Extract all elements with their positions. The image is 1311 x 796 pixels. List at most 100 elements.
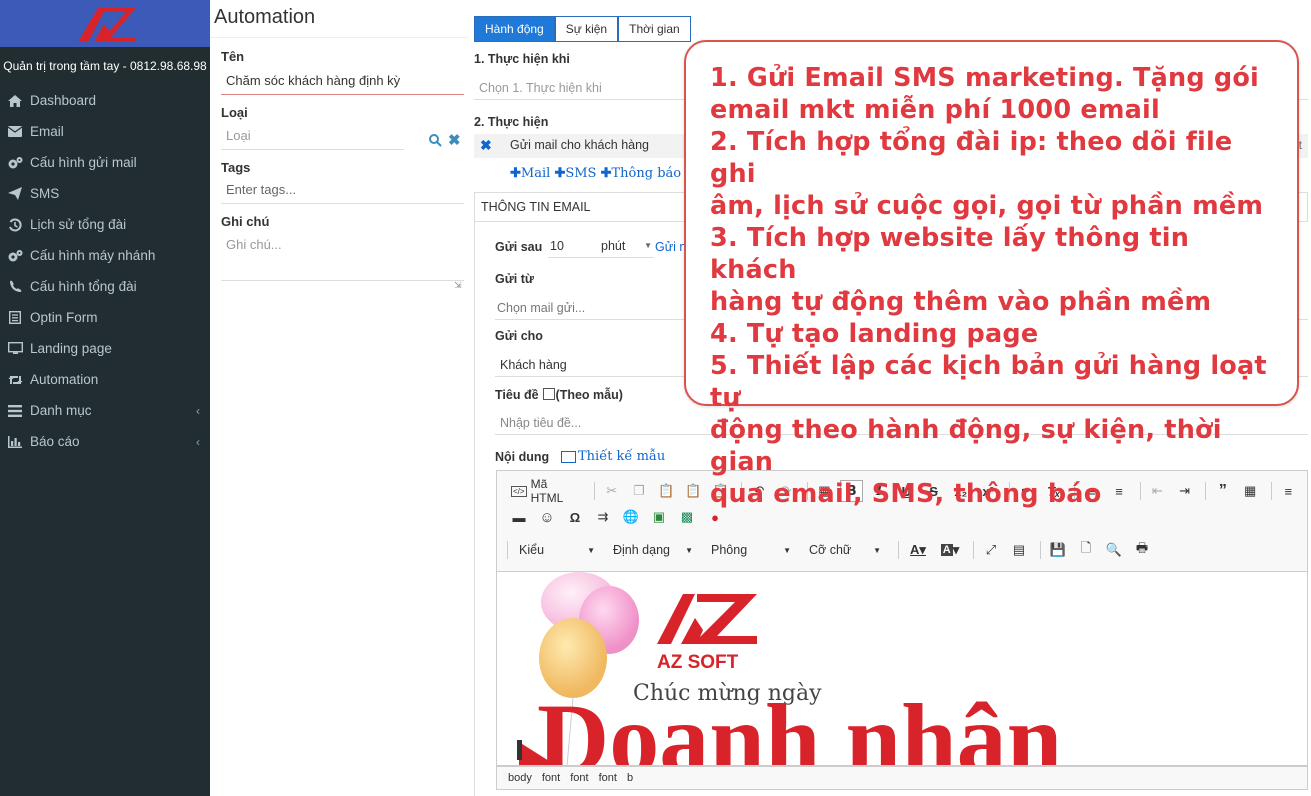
type-input[interactable]: Loại [221,124,404,150]
type-label: Loại [221,105,248,120]
paste-text-icon[interactable]: 📋 [682,480,705,502]
iframe-globe-icon[interactable]: 🌐 [619,506,643,528]
callout-line: 2. Tích hợp tổng đài ip: theo dõi file g… [710,127,1233,189]
tab-time[interactable]: Thời gian [618,16,691,42]
add-mail-link[interactable]: ✚Mail [510,166,550,181]
paste-icon[interactable]: 📋 [655,480,678,502]
page-break-icon[interactable]: ⇉ [591,506,615,528]
align-center-icon[interactable]: ≡ [1304,480,1311,502]
text-color-icon[interactable]: A▾ [904,539,932,561]
nav-dashboard[interactable]: Dashboard [0,85,210,116]
nav-sms[interactable]: SMS [0,178,210,209]
path-item[interactable]: b [627,772,633,784]
banner-headline: Doanh nhân [537,683,1062,766]
nav-pbx-config[interactable]: Cấu hình tổng đài [0,271,210,302]
chevron-left-icon: ‹ [196,404,200,418]
style-combo[interactable]: Kiểu ▼ [513,539,601,561]
format-combo[interactable]: Định dạng ▼ [607,539,699,561]
remove-icon[interactable]: ✖ [480,137,492,154]
action-item-label: Gửi mail cho khách hàng [510,138,649,152]
new-page-icon[interactable]: 🗋 [1074,539,1098,561]
tab-event[interactable]: Sự kiện [554,16,619,42]
cut-icon[interactable]: ✂ [600,480,623,502]
clear-icon[interactable]: ✖ [448,131,461,149]
paper-plane-icon [7,187,23,201]
hotline-text: Quản trị trong tầm tay - 0812.98.68.98 [3,59,207,73]
path-item[interactable]: body [508,772,532,784]
nav-reports[interactable]: Báo cáo ‹ [0,426,210,457]
nav-call-history[interactable]: Lịch sử tổng đài [0,209,210,240]
caret-down-icon: ▼ [685,545,693,555]
from-label: Gửi từ [495,272,534,286]
cogs-icon [7,249,23,263]
horizontal-line-icon[interactable]: ▬ [507,506,531,528]
add-sms-link[interactable]: ✚SMS [554,166,596,181]
callout-line: email mkt miễn phí 1000 email [710,95,1160,125]
add-notify-link[interactable]: ✚Thông báo [601,166,682,181]
nav-label: Lịch sử tổng đài [30,217,127,232]
font-combo[interactable]: Phông ▼ [705,539,797,561]
size-combo[interactable]: Cỡ chữ ▼ [803,539,887,561]
separator [1040,541,1041,559]
brand-logo[interactable] [0,0,210,47]
tags-input[interactable]: Enter tags... [221,178,464,204]
nav-categories[interactable]: Danh mục ‹ [0,395,210,426]
preview-icon[interactable]: 🔍 [1102,539,1126,561]
save-icon[interactable]: 💾 [1046,539,1070,561]
element-path-bar: body font font font b [496,766,1308,790]
search-icon[interactable] [429,134,442,150]
design-template-link[interactable]: Thiết kế mẫu [561,449,665,464]
caret-down-icon: ▼ [644,241,652,250]
image-manager-icon[interactable]: ▣ [647,506,671,528]
nav-extension-config[interactable]: Cấu hình máy nhánh [0,240,210,271]
smiley-icon[interactable]: ☺ [535,506,559,528]
subject-label: Tiêu đề [495,388,539,402]
path-item[interactable]: font [570,772,588,784]
copy-icon[interactable]: ❐ [627,480,650,502]
bg-color-icon[interactable]: A ▾ [936,539,964,561]
nav-optin-form[interactable]: Optin Form [0,302,210,333]
name-input[interactable]: Chăm sóc khách hàng định kỳ [221,69,464,95]
resize-handle-icon[interactable]: ⇲ [454,280,462,291]
banner-logo-text: AZ SOFT [657,652,739,673]
align-left-icon[interactable]: ≡ [1277,480,1300,502]
file-manager-icon[interactable]: ▩ [675,506,699,528]
image-icon [561,450,576,463]
special-char-icon[interactable]: Ω [563,506,587,528]
separator [898,541,899,559]
nav-label: Báo cáo [30,434,80,449]
sidebar: Quản trị trong tầm tay - 0812.98.68.98 D… [0,0,210,796]
nav-label: Email [30,124,64,139]
send-now-link[interactable]: Gửi n [655,240,686,254]
send-after-label: Gửi sau [495,240,543,254]
path-item[interactable]: font [542,772,560,784]
nav-automation[interactable]: Automation [0,364,210,395]
cogs-icon [7,156,23,170]
note-label: Ghi chú [221,214,270,229]
feature-callout: 1. Gửi Email SMS marketing. Tặng gói ema… [684,40,1299,509]
path-item[interactable]: font [599,772,617,784]
add-actions: ✚Mail ✚SMS ✚Thông báo [510,166,681,181]
automation-form: Automation Tên Chăm sóc khách hàng định … [210,0,468,290]
callout-line: 5. Thiết lập các kịch bản gửi hàng loạt … [710,351,1267,413]
tab-bar: Hành động Sự kiện Thời gian [474,16,691,42]
retweet-icon [7,373,23,387]
nav-label: SMS [30,186,60,201]
callout-line: động theo hành động, sự kiện, thời gian [710,415,1222,477]
tab-action[interactable]: Hành động [474,16,555,42]
nav-mail-config[interactable]: Cấu hình gửi mail [0,147,210,178]
separator [973,541,974,559]
source-button[interactable]: </> Mã HTML [507,477,585,505]
template-checkbox[interactable] [542,388,555,400]
note-textarea[interactable]: Ghi chú... [221,233,464,281]
nav-label: Automation [30,372,99,387]
nav-landing-page[interactable]: Landing page [0,333,210,364]
send-after-input[interactable]: 10 [548,236,598,258]
editor-content[interactable]: AZ SOFT Chúc mừng ngày Doanh nhân [496,572,1308,766]
show-blocks-icon[interactable]: ▤ [1007,539,1031,561]
callout-line: âm, lịch sử cuộc gọi, gọi từ phần mềm [710,191,1264,221]
nav-email[interactable]: Email [0,116,210,147]
print-icon[interactable]: 🖶 [1130,539,1154,561]
maximize-icon[interactable]: ⤢ [979,539,1003,561]
unit-select[interactable]: phút ▼ [598,236,654,258]
